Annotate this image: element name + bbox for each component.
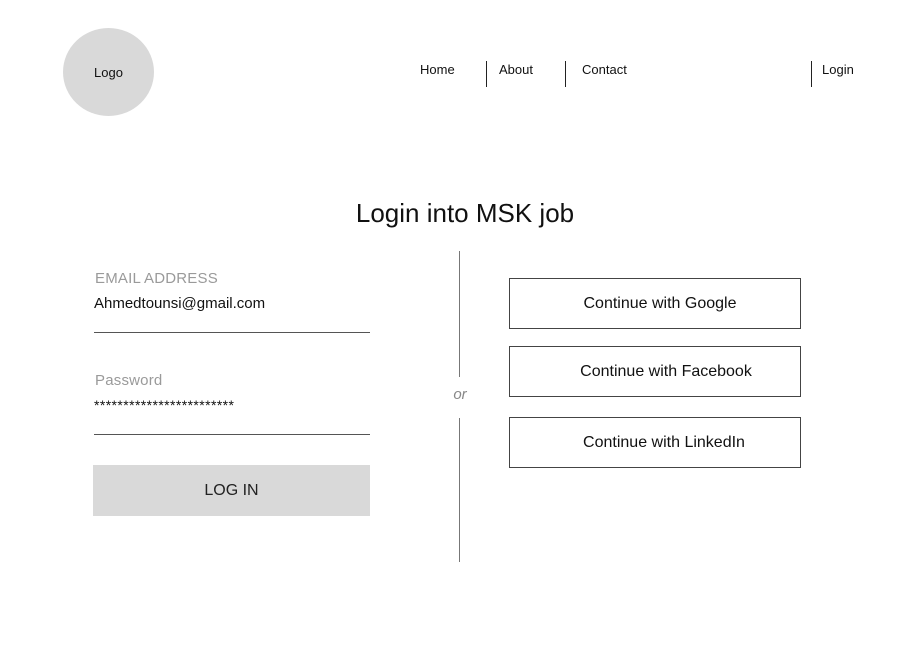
facebook-button-label: Continue with Facebook	[580, 362, 752, 380]
nav-about-link[interactable]: About	[499, 62, 533, 77]
email-field[interactable]	[94, 295, 370, 312]
email-label: EMAIL ADDRESS	[95, 270, 218, 287]
password-underline	[94, 434, 370, 435]
continue-with-linkedin-button[interactable]: Continue with LinkedIn	[509, 417, 801, 468]
nav-home-link[interactable]: Home	[420, 62, 455, 77]
page-title: Login into MSK job	[355, 198, 575, 228]
or-separator: or	[453, 386, 467, 403]
password-field[interactable]: ************************	[94, 397, 370, 413]
nav-login-link[interactable]: Login	[822, 62, 854, 77]
logo[interactable]: Logo	[63, 28, 154, 116]
email-underline	[94, 332, 370, 333]
password-label: Password	[95, 372, 163, 389]
nav-separator	[486, 61, 487, 87]
nav-separator	[565, 61, 566, 87]
vertical-divider-top	[459, 251, 460, 377]
vertical-divider-bottom	[459, 418, 460, 562]
log-in-button-label: LOG IN	[204, 481, 259, 499]
nav-contact-link[interactable]: Contact	[582, 62, 627, 77]
linkedin-button-label: Continue with LinkedIn	[583, 433, 745, 451]
nav-separator	[811, 61, 812, 87]
log-in-button[interactable]: LOG IN	[93, 465, 370, 516]
google-button-label: Continue with Google	[583, 294, 737, 312]
logo-text: Logo	[94, 64, 123, 80]
continue-with-facebook-button[interactable]: Continue with Facebook	[509, 346, 801, 397]
continue-with-google-button[interactable]: Continue with Google	[509, 278, 801, 329]
